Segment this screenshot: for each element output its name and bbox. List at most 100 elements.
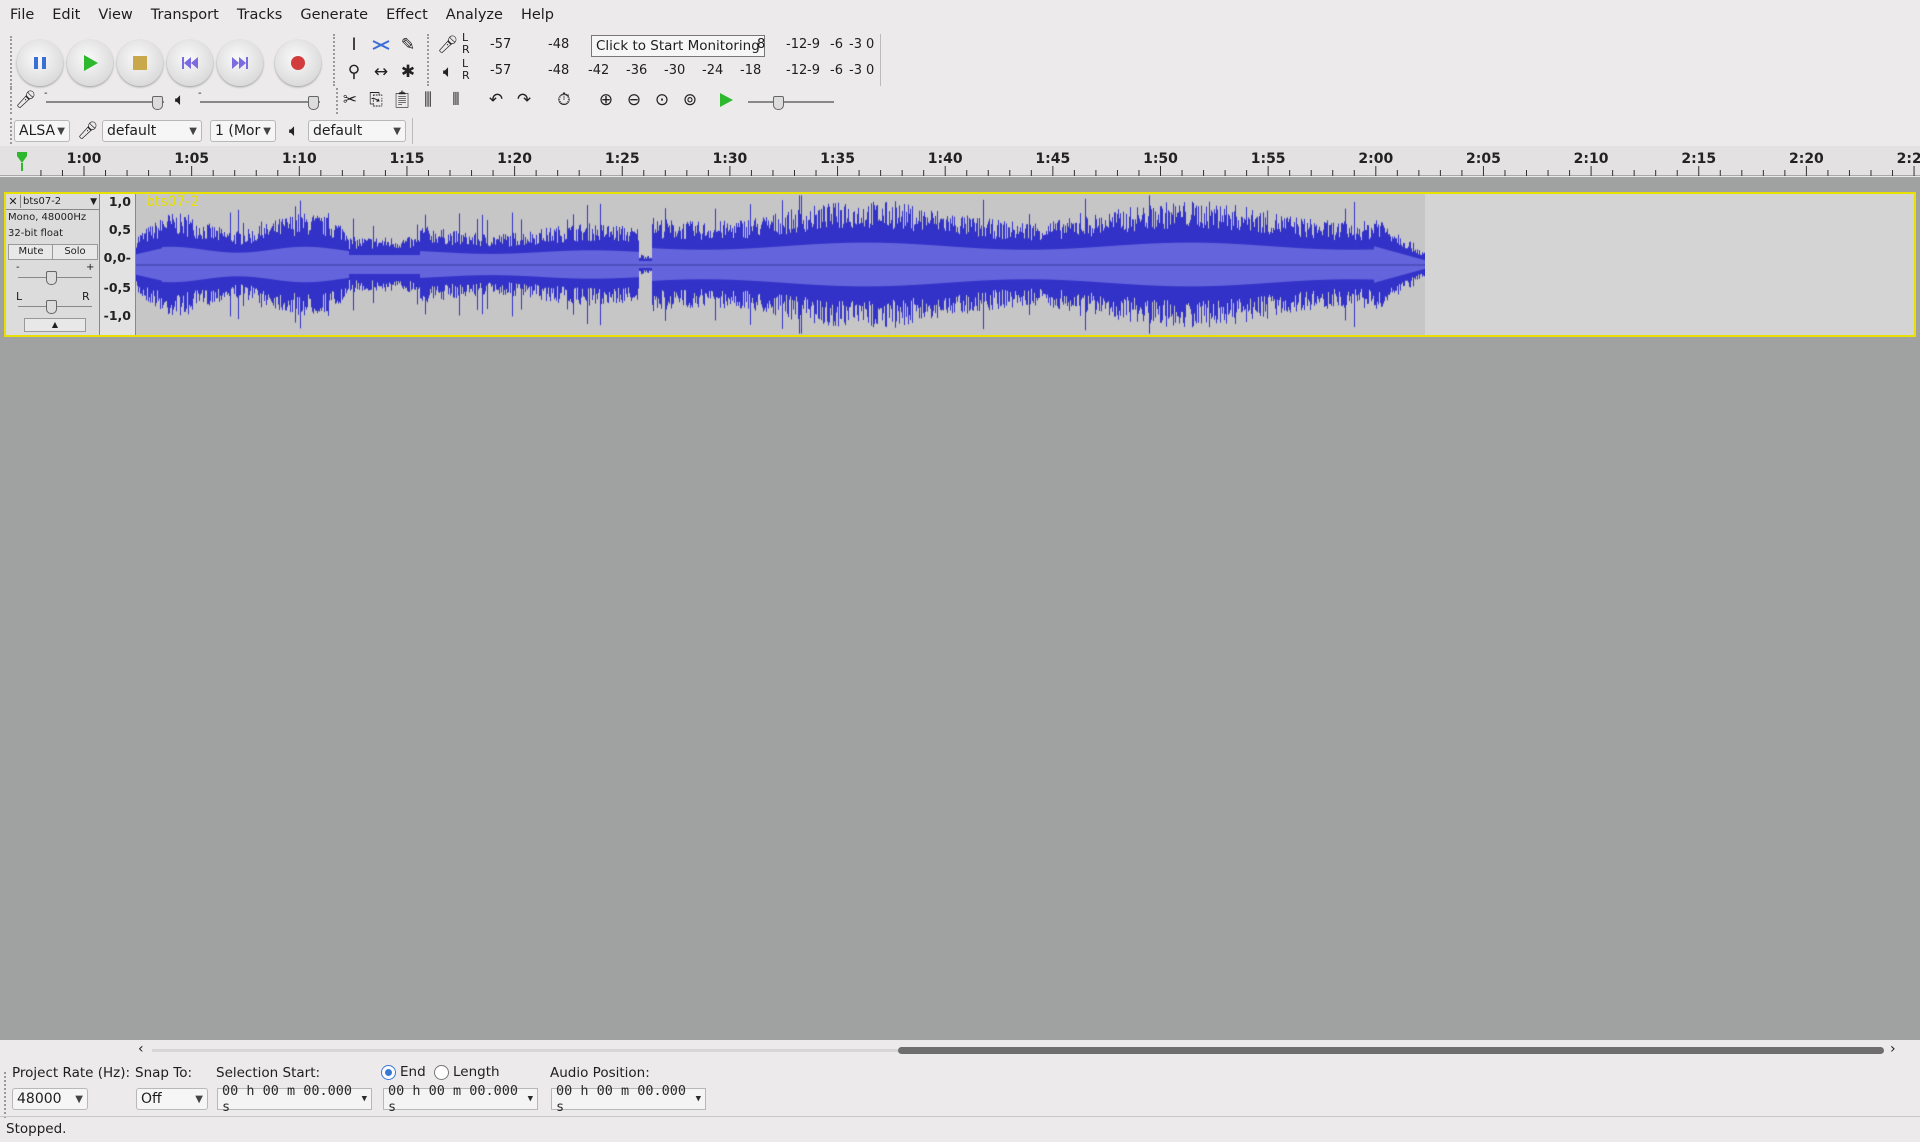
scroll-thumb[interactable] (898, 1047, 1884, 1054)
toolbar-grip[interactable] (333, 34, 340, 86)
snap-to-select[interactable]: Off ▼ (136, 1088, 208, 1110)
clip-name-label[interactable]: bts07-2 (146, 194, 199, 210)
silence-icon[interactable]: ⫴ (444, 88, 468, 112)
ruler-tick-label: 2:00 (1358, 151, 1394, 167)
fit-project-icon[interactable]: ⊚ (678, 88, 702, 112)
envelope-tool-icon[interactable] (369, 33, 393, 57)
ruler-tick-label: 1:45 (1035, 151, 1071, 167)
cut-icon[interactable]: ✂ (338, 88, 362, 112)
project-rate-select[interactable]: 48000 ▼ (12, 1088, 88, 1110)
selection-start-time[interactable]: 00 h 00 m 00.000 s ▼ (217, 1083, 372, 1115)
menu-tracks[interactable]: Tracks (227, 0, 291, 30)
menu-file[interactable]: File (0, 0, 42, 30)
track-title-bar: ✕ bts07-2 ▼ (6, 194, 100, 210)
audio-host-select[interactable]: ALSA ▼ (14, 120, 70, 142)
scroll-left-icon[interactable]: ‹ (138, 1041, 144, 1057)
end-radio[interactable]: End (381, 1064, 426, 1080)
playback-device-select[interactable]: default ▼ (308, 120, 406, 142)
draw-tool-icon[interactable]: ✎ (396, 33, 420, 57)
zoom-in-icon[interactable]: ⊕ (594, 88, 618, 112)
menu-bar: File Edit View Transport Tracks Generate Effec… (0, 0, 1920, 30)
redo-icon[interactable]: ↷ (512, 88, 536, 112)
ruler-tick-label: 1:35 (820, 151, 855, 167)
menu-edit[interactable]: Edit (42, 0, 88, 30)
playback-meter-speaker-icon[interactable]: 🔈︎ (436, 60, 460, 84)
skip-start-button[interactable] (167, 40, 213, 86)
menu-help[interactable]: Help (511, 0, 562, 30)
status-bar: Stopped. (0, 1116, 1920, 1141)
stop-button[interactable] (117, 40, 163, 86)
length-radio-label: Length (453, 1064, 500, 1080)
meter-r-label: R (462, 43, 470, 56)
scroll-right-icon[interactable]: › (1890, 1041, 1896, 1057)
toolbar-grip[interactable] (427, 34, 434, 86)
skip-end-button[interactable] (217, 40, 263, 86)
slider-track (748, 101, 834, 103)
ruler-tick-label: 1:15 (389, 151, 425, 167)
collapse-track-button[interactable]: ▲ (24, 318, 86, 332)
record-button[interactable] (275, 40, 321, 86)
menu-transport[interactable]: Transport (141, 0, 227, 30)
timeshift-tool-icon[interactable]: ↔ (369, 60, 393, 84)
amplitude-tick-label: -1,0 (103, 308, 131, 323)
play-button[interactable] (67, 40, 113, 86)
slider-thumb[interactable] (773, 96, 784, 110)
meter-tick-label: -48 (548, 63, 570, 78)
toolbar-grip[interactable] (4, 1072, 11, 1118)
trim-icon[interactable]: ⫼ (416, 88, 440, 112)
sync-lock-icon[interactable]: ⏱ (552, 88, 576, 112)
audio-position-time[interactable]: 00 h 00 m 00.000 s ▼ (551, 1083, 706, 1115)
meter-tick-label: -42 (588, 63, 610, 78)
track-format-info: Mono, 48000Hz (8, 212, 87, 223)
playback-meter[interactable]: -57 -48 -42 -36 -30 -24 -18 -12 -9 -6 -3 0 (474, 60, 876, 84)
fit-selection-icon[interactable]: ⊙ (650, 88, 674, 112)
close-track-icon[interactable]: ✕ (6, 195, 21, 208)
stop-icon (133, 56, 147, 70)
menu-generate[interactable]: Generate (290, 0, 376, 30)
play-at-speed-icon[interactable] (714, 88, 738, 112)
selection-tool-icon[interactable]: I (342, 33, 366, 57)
slider-thumb[interactable] (308, 96, 319, 110)
pause-button[interactable] (17, 40, 63, 86)
slider-thumb[interactable] (152, 96, 163, 110)
play-speed-slider[interactable] (746, 88, 836, 114)
pan-slider[interactable] (46, 300, 57, 314)
track-empty-area[interactable] (1425, 194, 1914, 335)
record-meter[interactable]: -57 -48 -12 -9 -6 -3 0 Click to Start Monitorin… (474, 34, 876, 58)
meter-tick-label: -48 (548, 37, 570, 52)
menu-effect[interactable]: Effect (376, 0, 436, 30)
record-meter-mic-icon[interactable]: 🎤︎ (436, 33, 460, 57)
selection-end-time[interactable]: 00 h 00 m 00.000 s ▼ (383, 1083, 538, 1115)
selection-end-value: 00 h 00 m 00.000 s (388, 1083, 519, 1115)
track-name-menu[interactable]: bts07-2 (21, 196, 90, 207)
meter-r-label: R (462, 69, 470, 82)
horizontal-scrollbar[interactable]: ‹ › (0, 1040, 1920, 1060)
menu-analyze[interactable]: Analyze (436, 0, 511, 30)
recording-channels-select[interactable]: 1 (Mor ▼ (210, 120, 276, 142)
record-volume-mic-icon: 🎤︎ (15, 90, 37, 110)
recording-device-select[interactable]: default ▼ (102, 120, 202, 142)
zoom-tool-icon[interactable]: ⚲ (342, 60, 366, 84)
paste-icon[interactable]: 📋︎ (390, 88, 414, 112)
chevron-down-icon[interactable]: ▼ (90, 197, 100, 207)
gain-slider[interactable] (46, 271, 57, 285)
copy-icon[interactable]: ⎘ (364, 88, 388, 112)
solo-button[interactable]: Solo (52, 244, 98, 260)
recording-device-mic-icon: 🎤︎ (77, 121, 99, 141)
undo-icon[interactable]: ↶ (484, 88, 508, 112)
audio-clip[interactable]: bts07-2 (136, 194, 1425, 335)
toolbar-grip[interactable] (10, 36, 17, 88)
zoom-out-icon[interactable]: ⊖ (622, 88, 646, 112)
waveform[interactable] (136, 194, 1425, 335)
length-radio[interactable]: Length (434, 1064, 500, 1080)
multi-tool-icon[interactable]: ✱ (396, 60, 420, 84)
mute-button[interactable]: Mute (8, 244, 54, 260)
menu-view[interactable]: View (88, 0, 140, 30)
playback-volume-slider[interactable]: - (198, 88, 320, 114)
start-monitoring-button[interactable]: Click to Start Monitoring (591, 35, 765, 57)
track-vertical-ruler[interactable]: 1,0 0,5 0,0- -0,5 -1,0 (100, 194, 136, 335)
meter-tick-label: -12 (786, 63, 808, 78)
record-volume-slider[interactable]: - (44, 88, 164, 114)
timeline-ruler[interactable]: 1:00 1:05 1:10 1:15 1:20 1:25 1:30 1:35 1:40 1:45… (0, 146, 1920, 176)
project-rate-label: Project Rate (Hz): (12, 1065, 131, 1081)
